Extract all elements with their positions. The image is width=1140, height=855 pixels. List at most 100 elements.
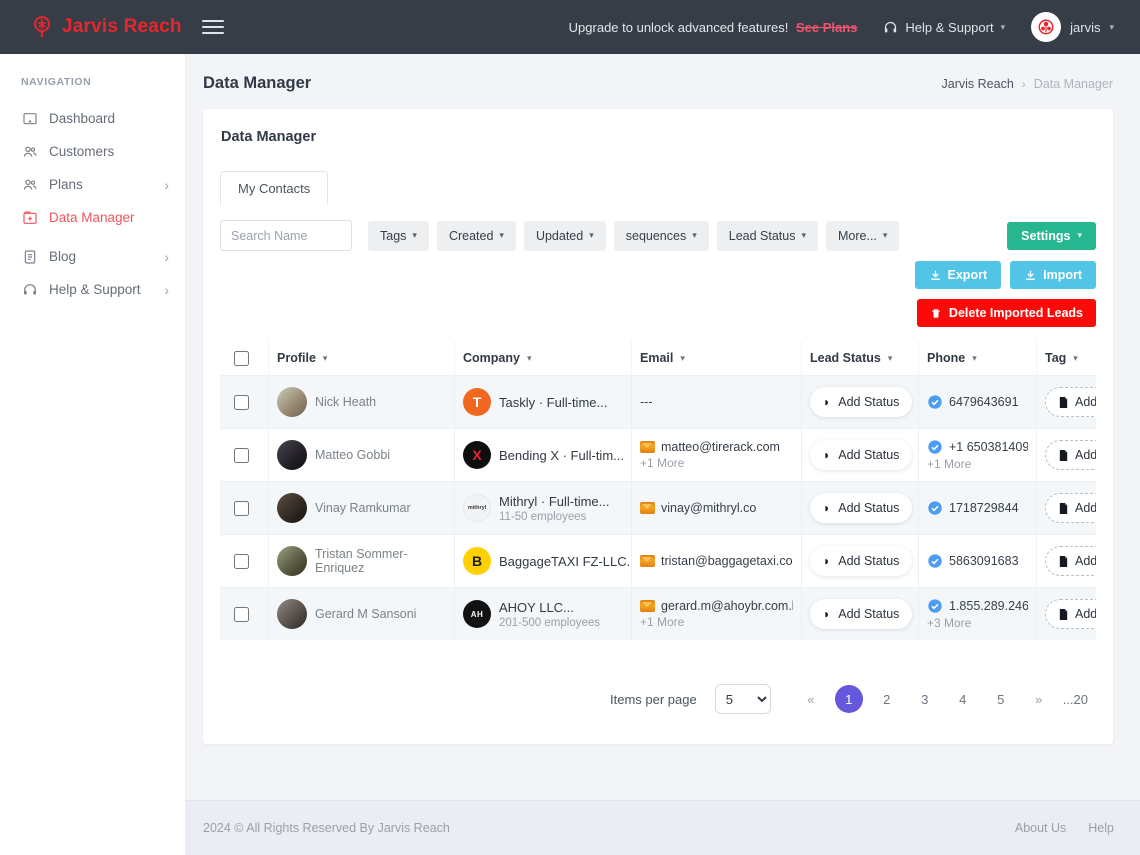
company-name[interactable]: AHOY LLC... [499, 600, 600, 615]
email-more[interactable]: +1 More [640, 456, 780, 470]
footer-link-help[interactable]: Help [1088, 821, 1114, 835]
chevron-down-icon: ▾ [692, 230, 697, 241]
sort-chevron-icon: ▾ [680, 353, 685, 364]
row-checkbox[interactable] [234, 448, 249, 463]
row-checkbox[interactable] [234, 554, 249, 569]
sidebar-item-plans[interactable]: Plans › [0, 168, 185, 201]
add-tag-button[interactable]: Add tag [1045, 387, 1096, 417]
profile-name[interactable]: Nick Heath [315, 395, 376, 409]
page-button-5[interactable]: 5 [987, 685, 1015, 713]
verified-badge-icon [927, 439, 943, 455]
phone-more[interactable]: +1 More [927, 457, 1028, 471]
prev-page-button[interactable]: « [797, 685, 825, 713]
footer-link-about-us[interactable]: About Us [1015, 821, 1066, 835]
table-row: Vinay Ramkumar mithrylMithryl · Full-tim… [220, 481, 1096, 534]
sort-chevron-icon: ▾ [888, 353, 893, 364]
page-button-2[interactable]: 2 [873, 685, 901, 713]
import-button[interactable]: Import [1010, 261, 1096, 289]
company-name[interactable]: Bending X · Full-tim... [499, 448, 623, 463]
items-per-page-select[interactable]: 5 [715, 684, 771, 714]
profile-name[interactable]: Gerard M Sansoni [315, 607, 416, 621]
add-tag-button[interactable]: Add tag [1045, 546, 1096, 576]
verified-badge-icon [927, 598, 943, 614]
help-support-menu[interactable]: Help & Support ▾ [883, 20, 1005, 35]
card-title: Data Manager [220, 127, 1096, 145]
sidebar-item-data-manager[interactable]: Data Manager [0, 201, 185, 234]
company-name[interactable]: BaggageTAXI FZ-LLC... [499, 554, 623, 569]
row-checkbox[interactable] [234, 395, 249, 410]
column-header-lead-status[interactable]: Lead Status▾ [801, 341, 918, 375]
data-manager-card: Data Manager My Contacts Tags▾ Created▾ … [203, 109, 1113, 744]
search-input[interactable] [220, 220, 352, 251]
settings-button[interactable]: Settings ▾ [1007, 222, 1096, 250]
copyright-text: 2024 © All Rights Reserved By Jarvis Rea… [203, 821, 450, 835]
sort-chevron-icon: ▾ [972, 353, 977, 364]
filter-sequences[interactable]: sequences▾ [614, 221, 709, 251]
page-button-3[interactable]: 3 [911, 685, 939, 713]
filter-more[interactable]: More...▾ [826, 221, 899, 251]
chevron-down-icon: ▾ [883, 230, 888, 241]
next-page-button[interactable]: » [1025, 685, 1053, 713]
page-button-1[interactable]: 1 [835, 685, 863, 713]
sidebar-item-dashboard[interactable]: Dashboard [0, 102, 185, 135]
column-header-profile[interactable]: Profile▾ [268, 341, 454, 375]
profile-name[interactable]: Vinay Ramkumar [315, 501, 411, 515]
headset-icon [21, 281, 38, 298]
breadcrumb-separator-icon: › [1022, 77, 1026, 91]
table-row: Matteo Gobbi X Bending X · Full-tim... ma… [220, 428, 1096, 481]
user-menu[interactable]: jarvis ▾ [1031, 12, 1114, 42]
table-row: Nick Heath TTaskly · Full-time... --- ◗A… [220, 375, 1096, 428]
download-icon [1024, 269, 1037, 282]
row-checkbox[interactable] [234, 501, 249, 516]
select-all-checkbox[interactable] [234, 351, 249, 366]
phone-number: 6479643691 [949, 395, 1019, 409]
page-title: Data Manager [203, 74, 311, 93]
email-text: --- [640, 395, 653, 409]
filter-created[interactable]: Created▾ [437, 221, 516, 251]
top-navbar: Jarvis Reach Upgrade to unlock advanced … [0, 0, 1140, 54]
column-header-email[interactable]: Email▾ [631, 341, 801, 375]
delete-imported-leads-button[interactable]: Delete Imported Leads [917, 299, 1096, 327]
sidebar-item-label: Customers [49, 144, 114, 159]
phone-more[interactable]: +3 More [927, 616, 1028, 630]
sidebar-item-help-support[interactable]: Help & Support › [0, 273, 185, 306]
add-tag-button[interactable]: Add tag [1045, 440, 1096, 470]
profile-name[interactable]: Matteo Gobbi [315, 448, 390, 462]
filter-updated[interactable]: Updated▾ [524, 221, 606, 251]
filter-tags[interactable]: Tags▾ [368, 221, 429, 251]
export-button[interactable]: Export [915, 261, 1002, 289]
add-status-button[interactable]: ◗Add Status [810, 440, 912, 470]
sidebar-item-label: Dashboard [49, 111, 115, 126]
add-status-button[interactable]: ◗Add Status [810, 546, 912, 576]
last-page-button[interactable]: ...20 [1063, 692, 1088, 707]
column-header-tag[interactable]: Tag▾ [1036, 341, 1096, 375]
email-text: matteo@tirerack.com [661, 440, 780, 454]
breadcrumb: Jarvis Reach › Data Manager [942, 77, 1113, 91]
company-name[interactable]: Taskly · Full-time... [499, 395, 607, 410]
profile-name[interactable]: Tristan Sommer-Enriquez [315, 547, 446, 575]
column-header-company[interactable]: Company▾ [454, 341, 631, 375]
email-more[interactable]: +1 More [640, 615, 793, 629]
row-checkbox[interactable] [234, 607, 249, 622]
sidebar-item-customers[interactable]: Customers [0, 135, 185, 168]
see-plans-link[interactable]: See Plans [796, 20, 857, 35]
tab-my-contacts[interactable]: My Contacts [220, 171, 328, 205]
add-tag-button[interactable]: Add tag [1045, 493, 1096, 523]
tabs: My Contacts [220, 171, 1096, 205]
column-header-phone[interactable]: Phone▾ [918, 341, 1036, 375]
chevron-down-icon: ▾ [589, 230, 594, 241]
company-logo: X [463, 441, 491, 469]
brand-logo[interactable]: Jarvis Reach [30, 15, 182, 39]
add-status-button[interactable]: ◗Add Status [810, 493, 912, 523]
add-status-button[interactable]: ◗Add Status [810, 599, 912, 629]
add-tag-button[interactable]: Add tag [1045, 599, 1096, 629]
table-row: Gerard M Sansoni AHAHOY LLC...201-500 em… [220, 587, 1096, 640]
company-name[interactable]: Mithryl · Full-time... [499, 494, 610, 509]
company-logo: B [463, 547, 491, 575]
hamburger-menu-icon[interactable] [202, 20, 224, 34]
add-status-button[interactable]: ◗Add Status [810, 387, 912, 417]
breadcrumb-root[interactable]: Jarvis Reach [942, 77, 1014, 91]
page-button-4[interactable]: 4 [949, 685, 977, 713]
filter-lead-status[interactable]: Lead Status▾ [717, 221, 818, 251]
sidebar-item-blog[interactable]: Blog › [0, 240, 185, 273]
